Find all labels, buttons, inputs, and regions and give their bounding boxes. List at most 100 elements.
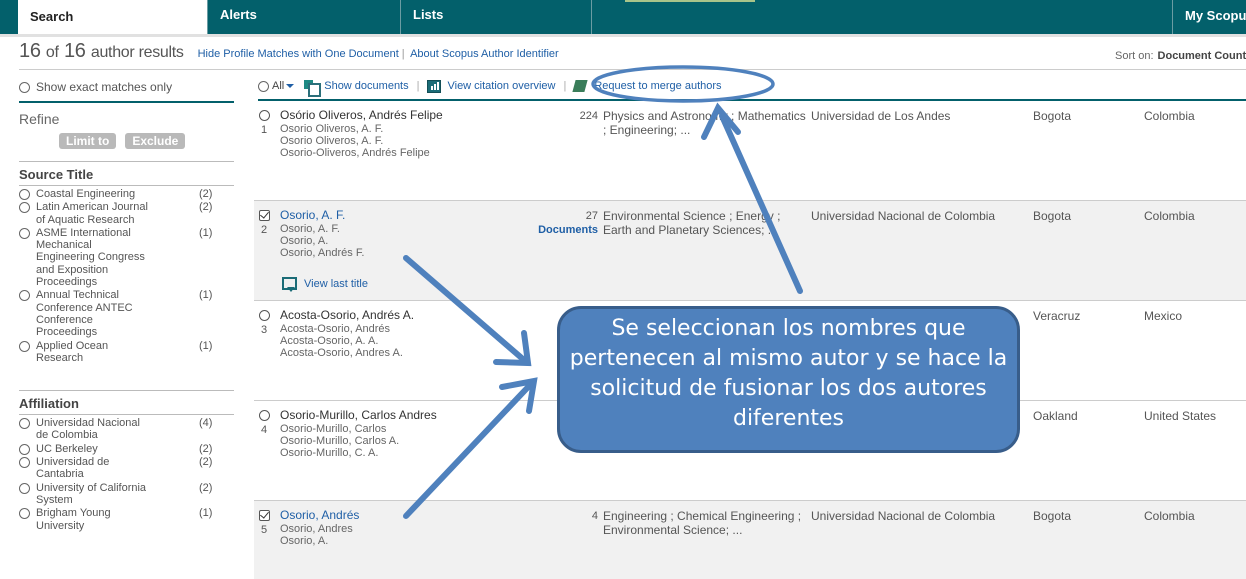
author-select-checkbox[interactable] <box>259 310 270 321</box>
show-documents-link[interactable]: Show documents <box>324 80 408 92</box>
view-last-title[interactable]: View last title <box>282 277 368 292</box>
author-name-link[interactable]: Osório Oliveros, Andrés Felipe <box>280 108 443 122</box>
chevron-down-icon[interactable] <box>286 84 295 88</box>
facet-radio[interactable] <box>19 482 30 494</box>
name-variants: Osorio Oliveros, A. F. Osorio Oliveros, A… <box>280 123 430 160</box>
name-variant: Acosta-Osorio, A. A. <box>280 335 379 348</box>
tab-my-scopus[interactable]: My Scopus <box>1172 0 1246 34</box>
name-variant: Osorio Oliveros, A. F. <box>280 135 384 148</box>
author-row: 2 Osorio, A. F. Osorio, A. F. Osorio, A. Oso… <box>254 201 1246 301</box>
facet-radio[interactable] <box>19 443 30 455</box>
facet-radio[interactable] <box>19 418 30 430</box>
facet-radio[interactable] <box>19 189 30 200</box>
author-select-checkbox[interactable] <box>259 210 270 221</box>
facet-item-label: UC Berkeley <box>36 442 98 455</box>
divider <box>19 101 234 103</box>
facet-item-label: Universidad Nacional de Colombia <box>36 417 140 442</box>
facet-radio[interactable] <box>19 227 30 239</box>
name-variants: Osorio, A. F. Osorio, A. Osorio, Andrés F. <box>280 223 364 260</box>
facet-item-label: ASME International Mechanical Engineerin… <box>36 226 145 289</box>
facet-item[interactable]: Coastal Engineering (2) <box>19 188 234 200</box>
name-variant: Osorio, Andrés F. <box>280 247 365 260</box>
facet-item-count: (1) <box>199 507 213 520</box>
facet-affiliation: Affiliation Universidad Nacional de Colo… <box>19 390 234 532</box>
select-all-dropdown[interactable]: All <box>258 80 304 92</box>
author-name-link[interactable]: Acosta-Osorio, Andrés A. <box>280 308 414 322</box>
city: Veracruz <box>1033 309 1081 323</box>
facet-item[interactable]: ASME International Mechanical Engineerin… <box>19 227 234 288</box>
limit-to-button[interactable]: Limit to <box>59 133 117 149</box>
facet-radio[interactable] <box>19 202 30 214</box>
exact-matches-option[interactable]: Show exact matches only <box>19 78 234 96</box>
row-number: 3 <box>261 324 268 336</box>
tab-lists[interactable]: Lists <box>401 0 592 34</box>
hide-profile-matches-link[interactable]: Hide Profile Matches with One Document <box>198 48 399 60</box>
city: Bogota <box>1033 209 1072 223</box>
facet-item-count: (4) <box>199 417 213 430</box>
row-number: 1 <box>261 124 268 136</box>
results-header: 16 of 16 author results Hide Profile Mat… <box>19 40 559 63</box>
facet-item[interactable]: Universidad Nacional de Colombia (4) <box>19 417 234 442</box>
affiliation: Universidad de Los Andes <box>811 109 951 123</box>
facet-item-label: Annual Technical Conference ANTEC Confer… <box>36 289 133 339</box>
document-count[interactable]: 27 Documents <box>538 209 598 237</box>
refine-buttons: Limit to Exclude <box>59 133 234 149</box>
results-total: 16 <box>63 40 86 62</box>
facet-item[interactable]: University of California System (2) <box>19 482 234 507</box>
author-select-checkbox[interactable] <box>259 110 270 121</box>
document-count-value: 4 <box>591 510 598 522</box>
facet-item[interactable]: Universidad de Cantabria (2) <box>19 456 234 481</box>
author-name-link[interactable]: Osorio, A. F. <box>280 208 345 222</box>
facet-item-label: Brigham Young University <box>36 507 111 532</box>
city: Bogota <box>1033 509 1072 523</box>
results-links: Hide Profile Matches with One Document | … <box>198 48 559 60</box>
results-label: author results <box>90 44 184 61</box>
document-count[interactable]: 4 <box>592 509 598 523</box>
facet-radio[interactable] <box>19 290 30 302</box>
tab-search[interactable]: Search <box>18 0 208 36</box>
facet-radio[interactable] <box>19 457 30 469</box>
request-merge-authors-link[interactable]: Request to merge authors <box>594 80 721 92</box>
exclude-button[interactable]: Exclude <box>125 133 186 149</box>
documents-icon <box>304 79 322 97</box>
nav-highlight <box>625 0 755 2</box>
exact-matches-radio[interactable] <box>19 81 30 93</box>
view-citation-overview-link[interactable]: View citation overview <box>447 80 555 92</box>
tab-label: Lists <box>413 7 444 22</box>
view-last-title-icon <box>282 277 297 292</box>
select-all-label: All <box>272 80 285 92</box>
view-last-title-link[interactable]: View last title <box>304 278 368 290</box>
facet-item[interactable]: Applied Ocean Research (1) <box>19 340 234 365</box>
facet-radio[interactable] <box>19 340 30 352</box>
facet-source-title: Source Title Coastal Engineering (2) Latin… <box>19 161 234 364</box>
author-name-link[interactable]: Osorio, Andrés <box>280 508 359 522</box>
document-count[interactable]: 224 <box>580 109 598 123</box>
select-all-radio[interactable] <box>258 80 269 92</box>
separator: | <box>563 80 567 92</box>
facet-radio[interactable] <box>19 508 30 520</box>
tab-alerts[interactable]: Alerts <box>208 0 401 34</box>
author-name-link[interactable]: Osorio-Murillo, Carlos Andres <box>280 408 437 422</box>
facet-item[interactable]: Latin American Journal of Aquatic Resear… <box>19 201 234 226</box>
refine-sidebar: Show exact matches only Refine Limit to … <box>19 78 234 533</box>
facet-item-count: (1) <box>199 226 213 239</box>
author-row: 5 Osorio, Andrés Osorio, Andres Osorio, A. 4… <box>254 501 1246 579</box>
tab-label: My Scopus <box>1185 8 1246 23</box>
document-count-value: 27 <box>585 210 598 222</box>
name-variant: Osorio Oliveros, A. F. <box>280 123 384 135</box>
facet-item[interactable]: Annual Technical Conference ANTEC Confer… <box>19 289 234 338</box>
about-author-identifier-link[interactable]: About Scopus Author Identifier <box>410 48 559 60</box>
facet-item[interactable]: Brigham Young University (1) <box>19 507 234 532</box>
facet-item[interactable]: UC Berkeley (2) <box>19 443 234 455</box>
sort-control[interactable]: Sort on: Document Count <box>1115 50 1246 62</box>
author-select-checkbox[interactable] <box>259 510 270 521</box>
city: Bogota <box>1033 109 1072 123</box>
sort-label: Sort on: <box>1115 50 1154 62</box>
sort-value[interactable]: Document Count <box>1158 50 1246 62</box>
author-select-checkbox[interactable] <box>259 410 270 421</box>
row-number: 5 <box>261 524 268 536</box>
facet-title: Affiliation <box>19 396 234 416</box>
facet-item-label: Universidad de Cantabria <box>36 456 110 481</box>
documents-label[interactable]: Documents <box>538 223 598 237</box>
affiliation: Universidad Nacional de Colombia <box>811 209 996 223</box>
